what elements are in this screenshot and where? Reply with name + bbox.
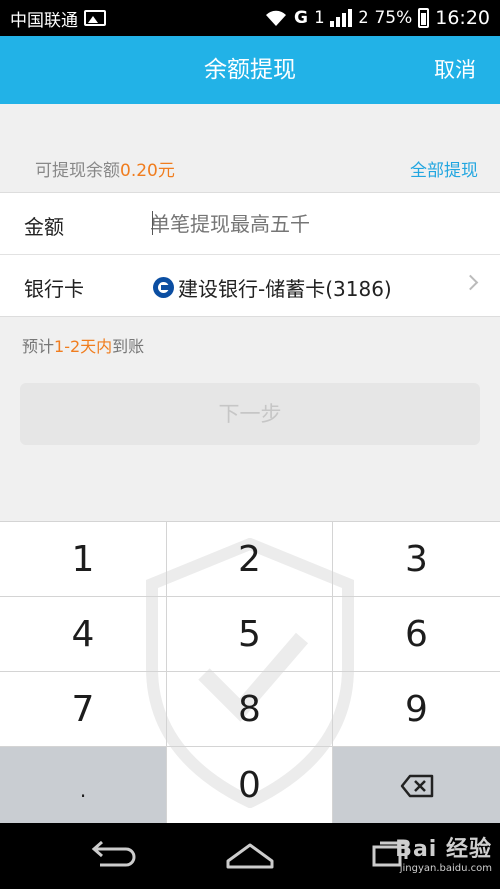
sim1-label: 1 xyxy=(313,8,325,28)
bank-card-selector[interactable]: 建设银行-储蓄卡(3186) xyxy=(153,273,392,302)
back-icon[interactable] xyxy=(86,839,136,869)
amount-label: 金额 xyxy=(24,215,64,239)
page-title: 余额提现 xyxy=(204,57,296,83)
bank-card-value: 建设银行-储蓄卡(3186) xyxy=(178,277,392,301)
battery-percent: 75% xyxy=(374,8,413,28)
balance-label: 可提现余额 xyxy=(35,161,120,181)
sim2-label: 2 xyxy=(358,8,369,28)
backspace-key[interactable] xyxy=(333,747,500,824)
status-bar: 中国联通 G 1 2 75% 16:20 xyxy=(0,0,500,36)
eta-suffix: 到账 xyxy=(112,337,145,356)
balance-row: 可提现余额0.20元 全部提现 xyxy=(0,148,500,188)
numeric-keypad: 1 2 3 4 5 6 7 8 9 . 0 xyxy=(0,521,500,824)
system-nav-bar: Bai 经验 jingyan.baidu.com xyxy=(0,823,500,889)
baidu-jingyan-watermark: Bai 经验 jingyan.baidu.com xyxy=(395,831,492,874)
key-9[interactable]: 9 xyxy=(333,672,500,747)
watermark-title: Bai 经验 xyxy=(395,837,492,862)
key-3[interactable]: 3 xyxy=(333,522,500,597)
backspace-icon xyxy=(400,774,433,797)
home-icon[interactable] xyxy=(224,839,276,869)
key-decimal[interactable]: . xyxy=(0,747,167,824)
withdraw-all-link[interactable]: 全部提现 xyxy=(410,156,478,181)
balance-amount: 0.20元 xyxy=(120,161,175,181)
key-5[interactable]: 5 xyxy=(167,597,333,672)
title-bar: 余额提现 取消 xyxy=(0,36,500,104)
key-6[interactable]: 6 xyxy=(333,597,500,672)
carrier-name: 中国联通 xyxy=(10,10,78,31)
watermark-url: jingyan.baidu.com xyxy=(399,863,492,874)
network-type: G xyxy=(293,8,308,28)
eta-prefix: 预计 xyxy=(22,337,55,356)
key-8[interactable]: 8 xyxy=(167,672,333,747)
key-2[interactable]: 2 xyxy=(167,522,333,597)
wifi-icon xyxy=(265,10,286,26)
key-7[interactable]: 7 xyxy=(0,672,167,747)
ccb-bank-icon xyxy=(153,277,174,298)
chevron-right-icon[interactable] xyxy=(462,274,479,291)
amount-input[interactable] xyxy=(150,207,470,241)
eta-highlight: 1-2天内 xyxy=(54,337,113,356)
image-icon xyxy=(84,10,106,26)
signal-icon xyxy=(330,9,353,27)
bank-card-label: 银行卡 xyxy=(24,277,84,301)
key-0[interactable]: 0 xyxy=(167,747,333,824)
cancel-button[interactable]: 取消 xyxy=(434,36,476,104)
next-step-button[interactable]: 下一步 xyxy=(20,383,480,445)
key-4[interactable]: 4 xyxy=(0,597,167,672)
bank-card-row[interactable]: 银行卡 建设银行-储蓄卡(3186) xyxy=(0,255,500,317)
amount-row: 金额 xyxy=(0,193,500,255)
withdraw-form: 金额 银行卡 建设银行-储蓄卡(3186) xyxy=(0,192,500,317)
available-balance: 可提现余额0.20元 xyxy=(35,156,175,181)
text-cursor xyxy=(152,211,153,235)
key-1[interactable]: 1 xyxy=(0,522,167,597)
arrival-estimate: 预计1-2天内到账 xyxy=(22,333,144,357)
battery-icon xyxy=(418,8,430,28)
clock: 16:20 xyxy=(435,7,490,29)
